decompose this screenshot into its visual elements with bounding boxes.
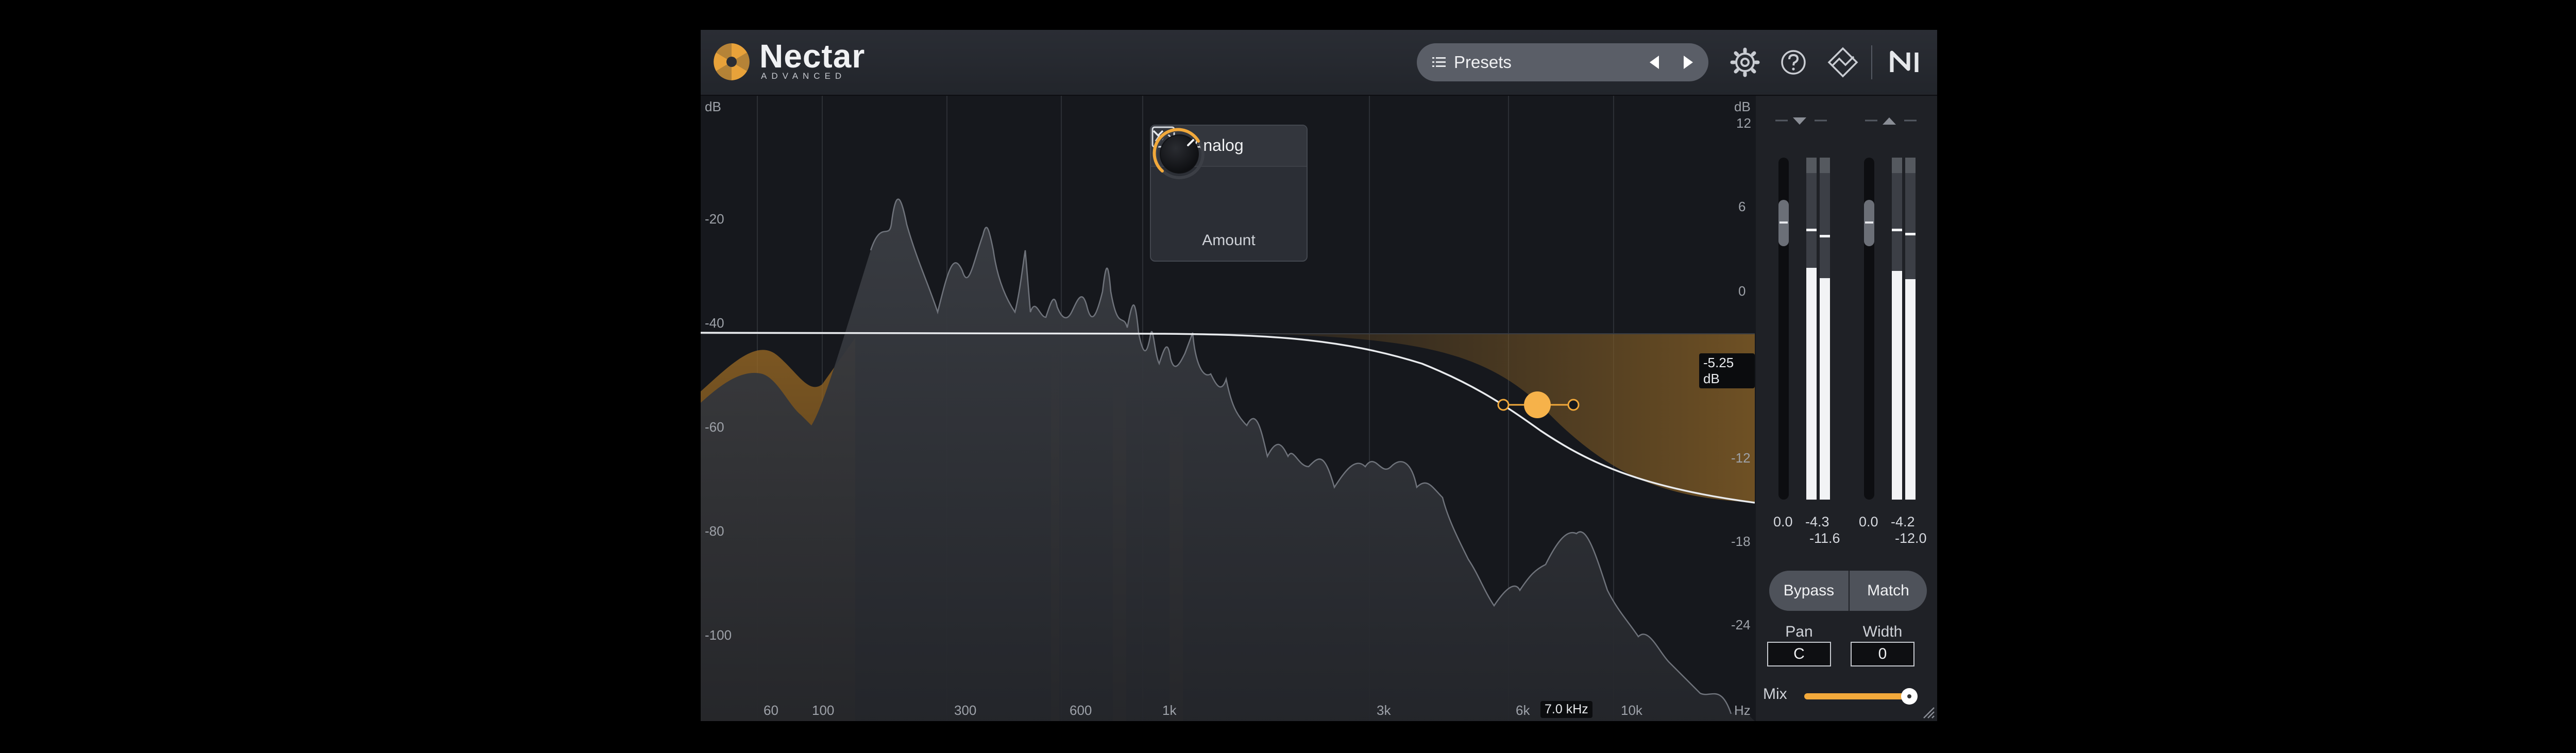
bypass-button[interactable]: Bypass — [1769, 571, 1849, 611]
app-name: Nectar — [759, 38, 866, 75]
nectar-plugin-window: Nectar ADVANCED Presets dB -20 -40 -60 -… — [701, 30, 1937, 721]
help-icon[interactable] — [1775, 44, 1811, 80]
freq-label: 60 — [764, 703, 778, 718]
output-meter-left-level — [1892, 271, 1902, 500]
presets-bar[interactable]: Presets — [1417, 43, 1708, 81]
node-width-handle-right[interactable] — [1567, 399, 1580, 411]
freq-label: 1k — [1162, 703, 1177, 718]
width-field[interactable]: 0 — [1851, 642, 1914, 666]
input-meter-left-level — [1806, 268, 1817, 500]
eq-node[interactable] — [1524, 391, 1551, 418]
right-axis-unit: dB — [1734, 99, 1751, 114]
freq-label: 600 — [1070, 703, 1092, 718]
io-side-panel: 0.0 -4.3 -11.6 0.0 -4.2 -12.0 Bypass Mat… — [1756, 96, 1937, 721]
next-preset-icon[interactable] — [1677, 52, 1699, 73]
input-fader-value: 0.0 — [1773, 514, 1793, 529]
output-fader-value: 0.0 — [1859, 514, 1878, 529]
resize-grip-icon[interactable] — [1921, 705, 1935, 719]
mix-slider-track[interactable] — [1804, 693, 1912, 699]
width-label: Width — [1862, 623, 1903, 640]
match-button[interactable]: Match — [1850, 571, 1927, 611]
presets-list-icon — [1432, 57, 1446, 67]
freq-label: 10k — [1621, 703, 1642, 718]
right-axis-label: -18 — [1731, 534, 1751, 549]
freq-label: 300 — [954, 703, 977, 718]
header-bar: Nectar ADVANCED Presets — [701, 30, 1937, 96]
left-axis-label: -100 — [705, 627, 732, 643]
left-axis-unit: dB — [705, 99, 721, 114]
node-frequency-tooltip: 7.0 kHz — [1540, 701, 1592, 718]
mix-label: Mix — [1763, 686, 1787, 703]
right-axis-label: -24 — [1731, 617, 1751, 632]
amount-knob[interactable] — [1151, 126, 1208, 182]
settings-gear-icon[interactable] — [1727, 44, 1763, 80]
amount-knob-label: Amount — [1202, 232, 1256, 249]
node-gain-tooltip: -5.25 dB — [1699, 353, 1755, 388]
left-axis-label: -40 — [705, 315, 724, 331]
right-axis-label: 12 — [1736, 115, 1751, 131]
output-meter-right-level — [1905, 279, 1916, 500]
header-divider — [1871, 45, 1872, 79]
right-axis-label: 6 — [1738, 199, 1746, 214]
spectrum-area — [701, 199, 1755, 721]
ni-logo-icon[interactable] — [1888, 44, 1924, 80]
output-indicator — [1865, 117, 1917, 125]
freq-label: 3k — [1377, 703, 1391, 718]
eq-graph[interactable]: dB -20 -40 -60 -80 -100 dB 12 6 0 -6 -12… — [701, 96, 1755, 721]
right-axis-label: -12 — [1731, 450, 1751, 466]
input-peak-value: -4.3 — [1805, 514, 1829, 529]
pan-field[interactable]: C — [1767, 642, 1831, 666]
left-axis-label: -20 — [705, 211, 724, 227]
freq-label: 100 — [812, 703, 835, 718]
left-axis-label: -80 — [705, 523, 724, 539]
mix-slider-thumb[interactable] — [1901, 688, 1918, 705]
analog-module-panel: Analog Amount — [1150, 125, 1308, 262]
node-width-handle-left[interactable] — [1497, 399, 1510, 411]
app-subtitle: ADVANCED — [761, 71, 846, 81]
output-rms-value: -12.0 — [1895, 530, 1927, 546]
freq-label: 6k — [1516, 703, 1530, 718]
signal-flow-icon[interactable] — [1825, 44, 1861, 80]
pan-label: Pan — [1785, 623, 1813, 640]
input-indicator — [1775, 117, 1827, 125]
meters-area — [1775, 117, 1917, 500]
input-meter-right-level — [1820, 278, 1830, 500]
output-peak-value: -4.2 — [1891, 514, 1915, 529]
nectar-logo-icon — [714, 43, 750, 80]
input-rms-value: -11.6 — [1809, 530, 1840, 546]
presets-label: Presets — [1454, 53, 1512, 72]
previous-preset-icon[interactable] — [1643, 52, 1665, 73]
freq-unit-label: Hz — [1734, 703, 1751, 718]
left-axis-label: -60 — [705, 419, 724, 435]
right-axis-label: 0 — [1738, 283, 1746, 299]
